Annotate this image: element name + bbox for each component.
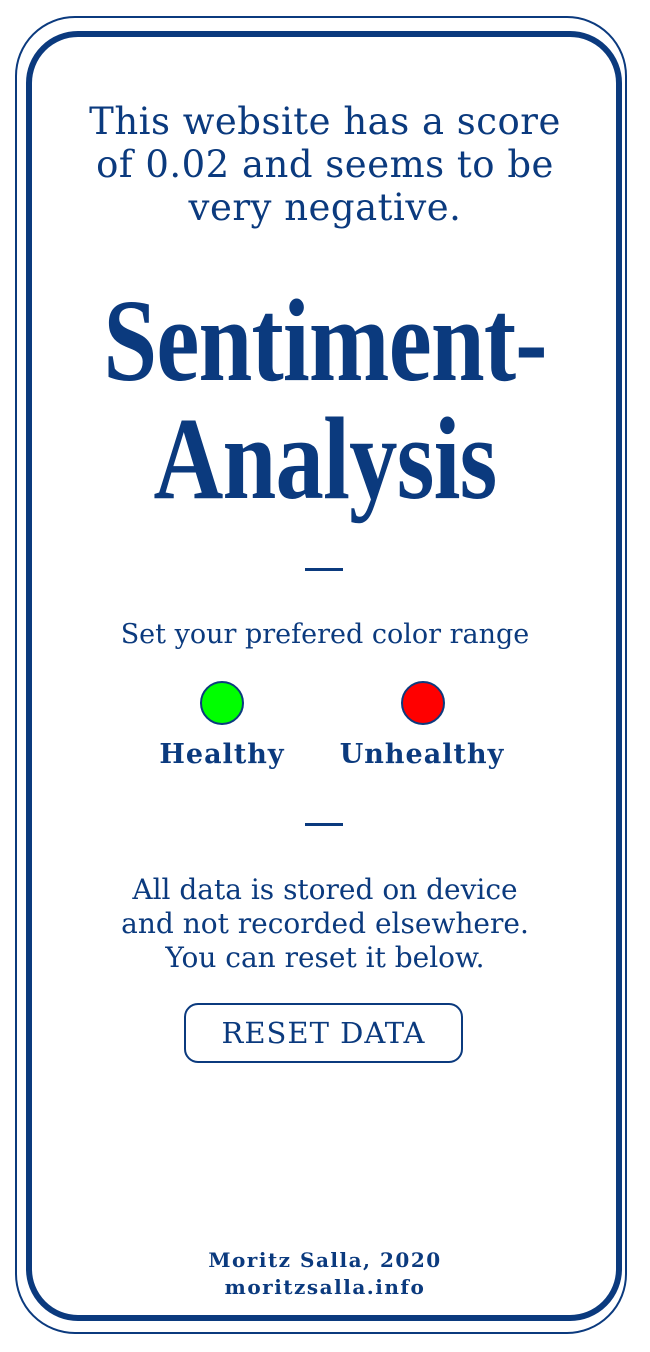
footer-website-link[interactable]: moritzsalla.info: [225, 1275, 426, 1299]
page-title-line: Analysis: [153, 393, 498, 524]
footer-credit: Moritz Salla, 2020: [208, 1248, 442, 1272]
score-message-line: very negative.: [188, 186, 462, 229]
unhealthy-label: Unhealthy: [339, 739, 505, 770]
privacy-notice-line: and not recorded elsewhere.: [121, 907, 529, 940]
reset-data-button[interactable]: RESET DATA: [184, 1003, 463, 1063]
footer: Moritz Salla, 2020 moritzsalla.info: [60, 1247, 590, 1301]
privacy-notice: All data is stored on device and not rec…: [60, 873, 590, 975]
score-message-line: This website has a score: [89, 100, 561, 143]
divider: [305, 568, 343, 571]
healthy-label: Healthy: [159, 739, 285, 770]
privacy-notice-line: All data is stored on device: [132, 873, 518, 906]
page-title: Sentiment- Analysis: [91, 282, 558, 518]
divider: [305, 823, 343, 826]
page-title-line: Sentiment-: [103, 275, 547, 406]
score-message: This website has a score of 0.02 and see…: [60, 100, 590, 229]
healthy-color-picker[interactable]: [200, 681, 244, 725]
unhealthy-color-picker[interactable]: [401, 681, 445, 725]
privacy-notice-line: You can reset it below.: [165, 941, 485, 974]
color-range-label: Set your prefered color range: [120, 619, 530, 650]
score-message-line: of 0.02 and seems to be: [96, 143, 554, 186]
